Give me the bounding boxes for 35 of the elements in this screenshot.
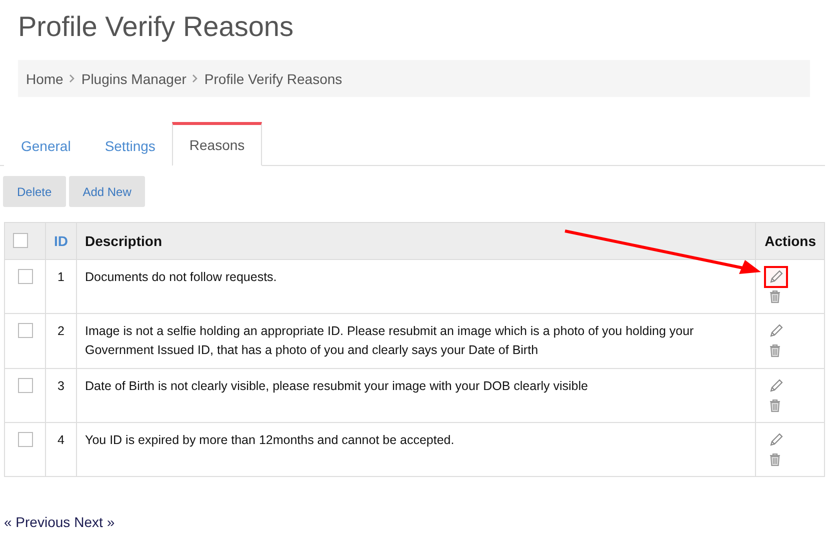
pagination-link[interactable]: Next » [74,514,115,530]
column-header: Actions [756,222,824,260]
highlight-box[interactable] [764,266,788,288]
chevron-icon [192,74,198,83]
pencil-icon[interactable] [769,324,783,338]
id-cell: 1 [46,260,76,314]
trash-icon[interactable] [769,453,781,466]
chevron-icon [69,74,76,83]
description-cell: Image is not a selfie holding an appropriate ID. Please resubmit an image which is a photo of you holding your Government Issued ID, that has a photo of you and clearly says your Date of Birth [76,314,756,368]
row-checkbox[interactable] [18,323,32,338]
delete-button[interactable]: Delete [3,176,66,207]
add-button[interactable]: Add New [68,176,146,207]
tab[interactable]: Reasons [172,122,262,166]
row-checkbox[interactable] [18,432,32,447]
trash-icon[interactable] [769,290,781,303]
description-cell: You ID is expired by more than 12months and cannot be accepted. [76,422,756,476]
id-cell: 3 [46,368,76,422]
pencil-icon[interactable] [769,433,783,447]
column-header: Description [76,222,756,260]
page-title: Profile Verify Reasons [18,10,294,44]
select-all-checkbox[interactable] [13,232,28,248]
pencil-icon[interactable] [769,270,783,284]
trash-icon[interactable] [769,344,781,357]
row-checkbox[interactable] [18,378,32,393]
id-cell: 2 [46,314,76,368]
trash-icon[interactable] [769,399,781,412]
pencil-icon[interactable] [769,379,783,393]
breadcrumb-link[interactable]: Plugins Manager [81,70,186,86]
row-checkbox[interactable] [18,269,32,284]
breadcrumb-link[interactable]: Home [26,70,64,86]
pagination-link[interactable]: « Previous [4,514,70,530]
id-cell: 4 [46,422,76,476]
breadcrumb-link[interactable]: Profile Verify Reasons [204,70,342,86]
description-cell: Date of Birth is not clearly visible, please resubmit your image with your DOB clearly visible [76,368,756,422]
tab[interactable]: Settings [88,122,172,166]
